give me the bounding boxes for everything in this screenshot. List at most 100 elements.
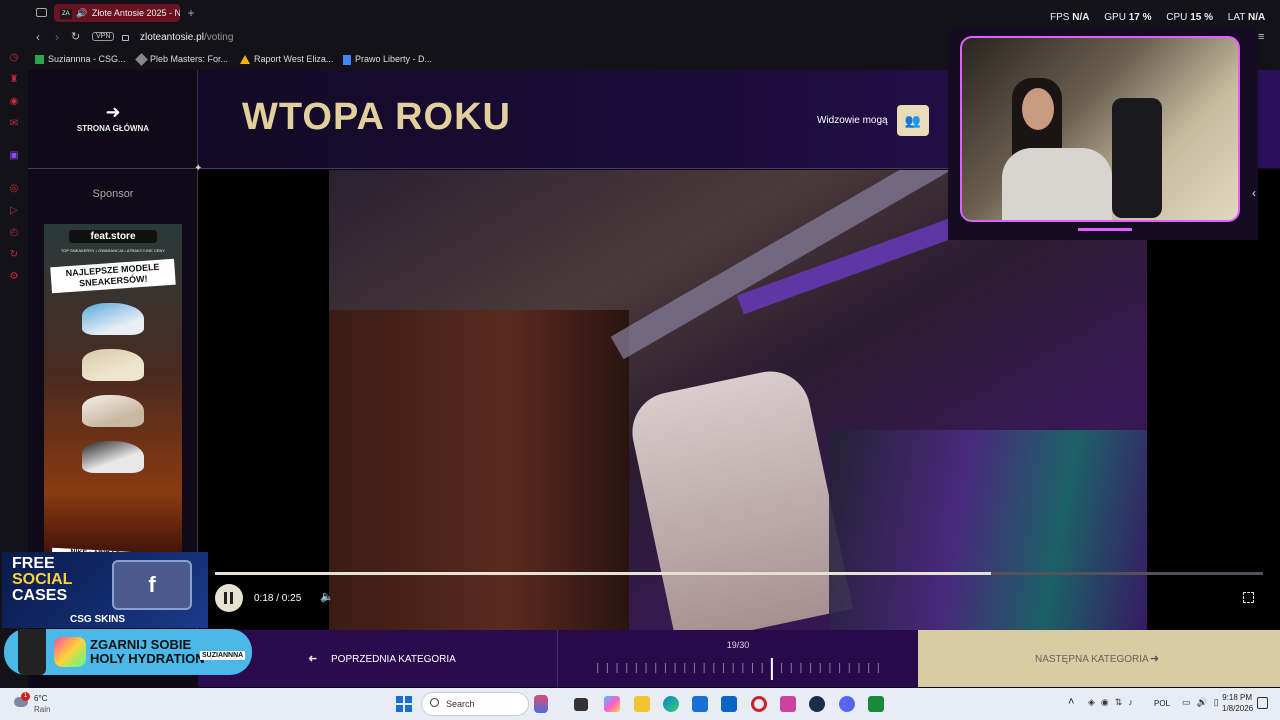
messenger-icon[interactable]: ◉ — [8, 96, 20, 108]
clock[interactable]: 9:18 PM 1/8/2026 — [1222, 693, 1254, 713]
video-object — [624, 364, 854, 630]
ad-brand: feat.store — [69, 230, 157, 243]
next-category-label: NASTĘPNA KATEGORIA — [1035, 654, 1149, 665]
video-beam — [610, 170, 988, 360]
bookmark-label: Prawo Liberty - D... — [355, 54, 433, 64]
vpn-badge[interactable]: VPN — [92, 32, 115, 41]
clock-icon[interactable]: ◴ — [8, 227, 20, 239]
copilot-icon[interactable] — [604, 696, 620, 712]
active-tab[interactable]: ZA 🔊 Złote Antosie 2025 - N — [54, 4, 180, 22]
doc-icon — [343, 54, 351, 65]
webcam-body — [1002, 148, 1112, 220]
speaker-icon[interactable]: 🔊 — [76, 8, 87, 18]
promo-banner[interactable]: ZGARNIJ SOBIE HOLY HYDRATION SUZIANNNA — [4, 629, 252, 675]
promo-banner-text: ZGARNIJ SOBIE HOLY HYDRATION — [90, 638, 205, 666]
url-domain: zloteantosie.pl — [140, 32, 204, 43]
history-icon[interactable]: ◷ — [8, 52, 20, 64]
fullscreen-icon[interactable] — [1243, 592, 1254, 603]
bookmark-icon — [35, 55, 44, 65]
download-icon[interactable]: ↻ — [8, 249, 20, 261]
notification-icon[interactable] — [1257, 697, 1268, 709]
progress-track[interactable] — [215, 572, 1263, 575]
search-box[interactable]: Search — [421, 692, 548, 716]
search-icon — [430, 698, 439, 707]
time-display: 0:18 / 0:25 — [254, 593, 302, 604]
arrow-left-icon: ➜ — [105, 102, 121, 122]
music-icon[interactable]: ◎ — [8, 183, 20, 195]
discord-icon[interactable] — [839, 696, 855, 712]
fps-label: FPS — [1050, 12, 1070, 23]
viewers-button[interactable]: 👥 — [897, 105, 929, 136]
lat-value: N/A — [1247, 12, 1266, 23]
candy-icon — [54, 637, 86, 667]
menu-icon[interactable]: ≡ — [1258, 31, 1264, 43]
tray-chevron-icon[interactable]: ˄ — [1068, 696, 1074, 708]
drive-icon — [240, 55, 250, 65]
xbox-icon[interactable] — [868, 696, 884, 712]
url-field[interactable]: zloteantosie.pl/voting — [140, 32, 233, 43]
reload-icon[interactable]: ↻ — [71, 30, 80, 43]
webcam-face — [1022, 88, 1054, 130]
clock-date: 1/8/2026 — [1222, 704, 1254, 713]
category-counter: 19/30 — [726, 640, 750, 650]
tab-favicon: ZA — [60, 8, 72, 19]
task-view-icon[interactable] — [574, 698, 588, 711]
bookmark-1[interactable]: Suziannna - CSG... — [35, 54, 126, 65]
sneaker-image-2 — [82, 349, 144, 381]
weather-widget[interactable]: 1 6°C Rain — [10, 691, 70, 717]
new-tab-button[interactable]: + — [184, 4, 198, 22]
language-indicator[interactable]: POL — [1154, 699, 1170, 708]
bookmark-2[interactable]: Pleb Masters: For... — [135, 53, 228, 66]
category-progress: 19/30 — [558, 630, 918, 687]
gpu-label: GPU — [1104, 12, 1126, 23]
extension-icon[interactable]: ♜ — [8, 74, 20, 86]
system-tray-icons[interactable]: ▭🔊▯ — [1182, 697, 1225, 708]
tray-icons[interactable]: ◈◉⇅♪ — [1088, 697, 1139, 708]
settings-icon[interactable]: ⚙ — [8, 271, 20, 283]
sneaker-image-4 — [82, 441, 144, 473]
gpu-value: 17 % — [1128, 12, 1152, 23]
send-icon[interactable]: ▷ — [8, 205, 20, 217]
prev-category-button[interactable]: ➜ POPRZEDNIA KATEGORIA — [198, 630, 558, 687]
next-category-button[interactable]: NASTĘPNA KATEGORIA ➜ — [918, 630, 1280, 687]
twitch-icon[interactable]: ▣ — [8, 150, 20, 162]
home-link[interactable]: ➜ STRONA GŁÓWNA — [28, 102, 198, 133]
viewers-label: Widzowie mogą — [817, 115, 888, 126]
promo-free-3: CASES — [12, 587, 68, 604]
weather-badge: 1 — [21, 692, 30, 701]
file-explorer-icon[interactable] — [634, 696, 650, 712]
bookmark-3[interactable]: Raport West Eliza... — [240, 54, 333, 65]
windows-start-icon[interactable] — [396, 696, 412, 712]
url-path: /voting — [203, 32, 234, 43]
outlook-icon[interactable] — [721, 696, 737, 712]
arrow-left-icon: ➜ — [308, 653, 318, 665]
tab-overview-icon[interactable] — [36, 8, 47, 17]
steam-icon[interactable] — [809, 696, 825, 712]
home-label: STRONA GŁÓWNA — [76, 124, 150, 133]
lock-icon[interactable] — [122, 35, 129, 41]
cpu-value: 15 % — [1190, 12, 1213, 23]
back-icon[interactable]: ‹ — [36, 30, 40, 44]
store-icon[interactable] — [692, 696, 708, 712]
clock-time: 9:18 PM — [1222, 693, 1252, 702]
pause-icon — [224, 592, 227, 604]
bookmark-4[interactable]: Prawo Liberty - D... — [343, 54, 432, 65]
category-nav-bar: ➜ POPRZEDNIA KATEGORIA 19/30 NASTĘPNA KA… — [198, 630, 1280, 687]
app-icon[interactable] — [780, 696, 796, 712]
left-column: ➜ STRONA GŁÓWNA Sponsor feat.store TOP S… — [28, 70, 198, 630]
sneaker-image-3 — [82, 395, 144, 427]
lat-label: LAT — [1227, 12, 1246, 23]
promo-csgo-text: CSG SKINS — [70, 614, 126, 625]
promo-banner-tag: SUZIANNNA — [200, 651, 246, 660]
weather-temp: 6°C — [34, 694, 48, 703]
chevron-left-icon[interactable]: ‹ — [1252, 186, 1256, 200]
edge-icon[interactable] — [663, 696, 679, 712]
volume-icon[interactable]: 🔈 — [320, 590, 334, 603]
cpu-label: CPU — [1166, 12, 1188, 23]
sponsor-ad[interactable]: feat.store TOP SNEAKERSY • GWARANCJA • A… — [44, 224, 182, 560]
opera-taskbar-icon[interactable] — [751, 696, 767, 712]
pause-button[interactable] — [215, 584, 243, 612]
forward-icon[interactable]: › — [55, 30, 59, 44]
gmail-icon[interactable]: ✉ — [8, 118, 20, 130]
promo-banner-1: ZGARNIJ SOBIE — [90, 637, 192, 652]
